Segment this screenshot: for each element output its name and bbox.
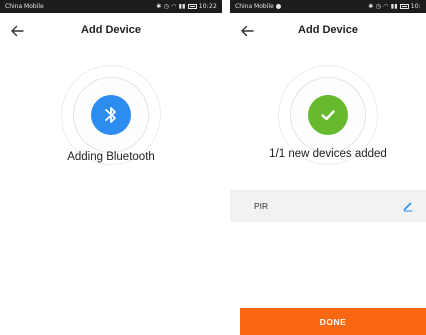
carrier-name: China Mobile xyxy=(235,3,274,10)
status-time: 10: xyxy=(410,3,421,10)
bluetooth-badge xyxy=(91,95,131,135)
success-badge xyxy=(308,95,348,135)
pencil-icon[interactable] xyxy=(402,200,414,212)
status-bar: China Mobile ✱ ◷ ◠ ▮▮ 10:22 xyxy=(0,0,222,13)
status-time: 10:22 xyxy=(198,3,217,10)
page-title: Add Device xyxy=(81,24,141,36)
nav-bar: Add Device xyxy=(230,13,426,51)
progress-rings xyxy=(61,65,161,165)
status-caption: Adding Bluetooth xyxy=(67,151,155,163)
notification-dot-icon xyxy=(275,4,281,9)
bluetooth-icon xyxy=(105,107,116,123)
battery-icon xyxy=(187,4,197,9)
status-icons: ✱ ◷ ◠ ▮▮ xyxy=(156,3,186,10)
devices-added-screen: China Mobile ✱ ◷ ◠ ▮▮ 10: Add Device 1/1… xyxy=(230,0,426,335)
status-icons: ✱ ◷ ◠ ▮▮ xyxy=(368,3,398,10)
device-list-item[interactable]: PIR xyxy=(230,190,426,222)
carrier-name: China Mobile xyxy=(5,3,44,10)
battery-icon xyxy=(399,4,409,9)
adding-bluetooth-screen: China Mobile ✱ ◷ ◠ ▮▮ 10:22 Add Device A… xyxy=(0,0,222,335)
status-bar: China Mobile ✱ ◷ ◠ ▮▮ 10: xyxy=(230,0,426,13)
device-name: PIR xyxy=(254,201,269,211)
nav-bar: Add Device xyxy=(0,13,222,51)
checkmark-icon xyxy=(321,110,335,121)
page-title: Add Device xyxy=(298,24,358,36)
done-button[interactable]: DONE xyxy=(240,308,426,335)
status-caption: 1/1 new devices added xyxy=(269,148,387,160)
